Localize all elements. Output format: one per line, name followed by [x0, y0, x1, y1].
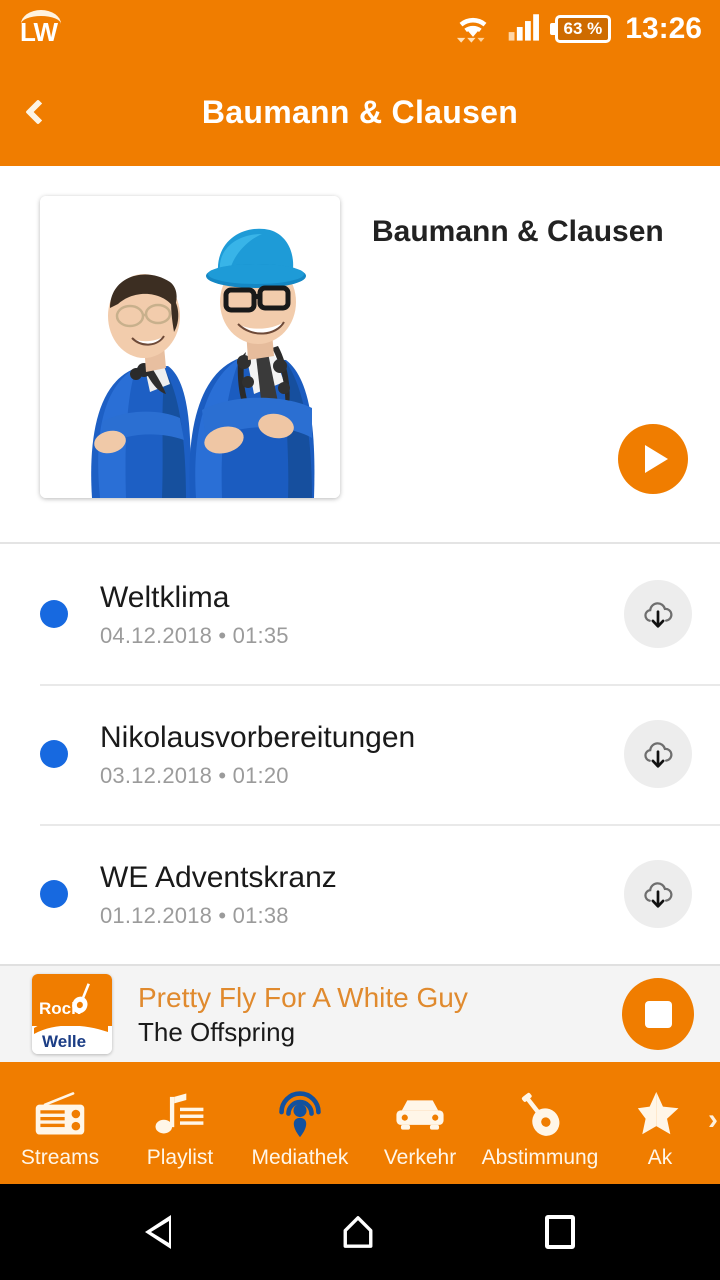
lw-logo-text: LW — [20, 17, 58, 47]
episode-meta: 03.12.2018 • 01:20 — [100, 762, 289, 788]
nav-label-playlist: Playlist — [146, 1145, 214, 1169]
now-playing-text: Pretty Fly For A White Guy The Offspring — [112, 980, 622, 1048]
episode-title: WE Adventskranz — [100, 861, 337, 895]
episode-list: Weltklima 04.12.2018 • 01:35 Nikolausvor… — [0, 544, 720, 964]
android-recents-icon[interactable] — [545, 1215, 575, 1249]
unplayed-indicator-dot — [40, 880, 68, 908]
android-back-icon[interactable] — [145, 1215, 171, 1249]
nav-label-verkehr: Verkehr — [383, 1145, 457, 1169]
radio-icon — [32, 1085, 88, 1143]
chevron-left-icon — [25, 99, 51, 125]
show-header: Baumann & Clausen — [0, 166, 720, 544]
svg-text:Welle: Welle — [42, 1032, 86, 1051]
cellular-signal-icon — [507, 11, 541, 48]
nav-item-mediathek[interactable]: Mediathek — [240, 1062, 360, 1184]
list-item[interactable]: Weltklima 04.12.2018 • 01:35 — [0, 544, 720, 684]
download-button[interactable] — [624, 720, 692, 788]
now-playing-track-title: Pretty Fly For A White Guy — [138, 981, 468, 1013]
nav-label-aktionen: Ak — [647, 1145, 673, 1169]
chevron-right-icon[interactable]: › — [708, 1105, 718, 1135]
nav-label-abstimmung: Abstimmung — [481, 1145, 599, 1169]
episode-meta: 04.12.2018 • 01:35 — [100, 622, 289, 648]
episode-text: Weltklima 04.12.2018 • 01:35 — [68, 579, 624, 649]
nav-item-abstimmung[interactable]: Abstimmung — [480, 1062, 600, 1184]
star-icon — [634, 1085, 686, 1143]
now-playing-artist: The Offspring — [138, 1016, 296, 1047]
show-cover-image — [40, 196, 340, 498]
list-item[interactable]: WE Adventskranz 01.12.2018 • 01:38 — [0, 824, 720, 964]
nav-item-streams[interactable]: Streams — [0, 1062, 120, 1184]
app-screen: LW 63 % 13:26 Baumann & Clausen Baumann … — [0, 0, 720, 1280]
page-title: Baumann & Clausen — [201, 93, 519, 130]
guitar-icon — [513, 1085, 567, 1143]
nav-item-aktionen[interactable]: Ak — [600, 1062, 720, 1184]
episode-meta: 01.12.2018 • 01:38 — [100, 902, 289, 928]
nav-label-streams: Streams — [20, 1145, 100, 1169]
show-title: Baumann & Clausen — [372, 215, 664, 248]
podcast-icon — [274, 1085, 326, 1143]
app-bar: Baumann & Clausen — [0, 58, 720, 166]
lw-brand-icon: LW — [16, 8, 70, 50]
back-button[interactable] — [0, 58, 76, 166]
cloud-download-icon — [644, 602, 673, 628]
cloud-download-icon — [644, 742, 673, 768]
show-header-info: Baumann & Clausen — [340, 196, 696, 542]
status-bar-clock: 13:26 — [625, 12, 702, 45]
rock-welle-logo: Rock Welle — [32, 974, 112, 1054]
car-icon — [391, 1085, 449, 1143]
stop-button[interactable] — [622, 978, 694, 1050]
status-bar-icons: 63 % 13:26 — [453, 11, 702, 48]
unplayed-indicator-dot — [40, 600, 68, 628]
play-button[interactable] — [618, 424, 688, 494]
bottom-navigation: Streams Playlist Mediathek Verkehr Absti… — [0, 1062, 720, 1184]
download-button[interactable] — [624, 860, 692, 928]
music-note-list-icon — [153, 1085, 207, 1143]
nav-item-verkehr[interactable]: Verkehr — [360, 1062, 480, 1184]
cover-artwork — [40, 196, 340, 498]
android-navigation-bar — [0, 1184, 720, 1280]
unplayed-indicator-dot — [40, 740, 68, 768]
episode-title: Nikolausvorbereitungen — [100, 721, 416, 755]
nav-item-playlist[interactable]: Playlist — [120, 1062, 240, 1184]
stop-icon — [644, 1000, 672, 1028]
download-button[interactable] — [624, 580, 692, 648]
cloud-download-icon — [644, 882, 673, 908]
play-icon — [644, 445, 668, 473]
wifi-icon — [453, 11, 493, 48]
episode-text: WE Adventskranz 01.12.2018 • 01:38 — [68, 859, 624, 929]
nav-label-mediathek: Mediathek — [251, 1145, 349, 1169]
status-bar: LW 63 % 13:26 — [0, 0, 720, 58]
list-item[interactable]: Nikolausvorbereitungen 03.12.2018 • 01:2… — [0, 684, 720, 824]
episode-text: Nikolausvorbereitungen 03.12.2018 • 01:2… — [68, 719, 624, 789]
android-home-icon[interactable] — [341, 1215, 375, 1249]
now-playing-bar[interactable]: Rock Welle Pretty Fly For A White Guy Th… — [0, 964, 720, 1062]
battery-indicator: 63 % — [554, 15, 612, 43]
station-logo-artwork: Rock Welle — [32, 974, 112, 1054]
episode-title: Weltklima — [100, 581, 230, 615]
